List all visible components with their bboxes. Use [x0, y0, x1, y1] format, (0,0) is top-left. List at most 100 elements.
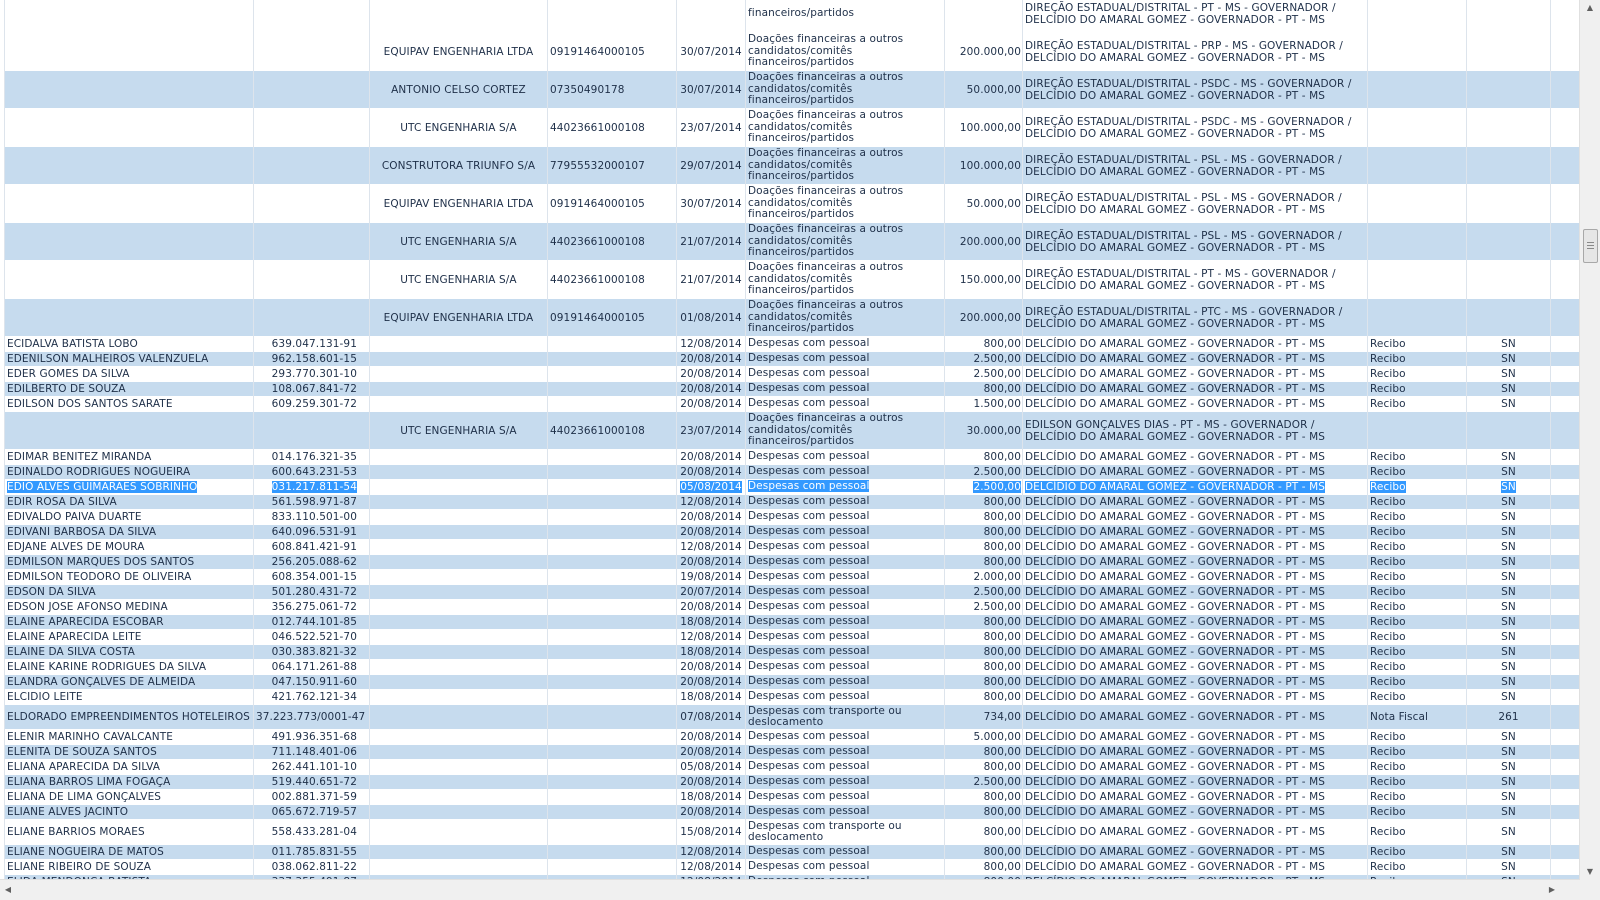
arrow-up-icon[interactable]: ▲: [1580, 0, 1600, 16]
donor-recipient-name-cell: ELIANE NOGUEIRA DE MATOS: [4, 844, 254, 860]
vertical-scrollbar[interactable]: ▲ ▼: [1579, 0, 1600, 880]
table-row[interactable]: EDINALDO RODRIGUES NOGUEIRA 600.643.231-5…: [4, 464, 1580, 480]
original-donor-cnpj-cell: 07350490178: [547, 70, 677, 109]
table-row[interactable]: EDIVALDO PAIVA DUARTE 833.110.501-00 20/08…: [4, 509, 1580, 525]
table-row[interactable]: EDILSON DOS SANTOS SARATE 609.259.301-72 2…: [4, 396, 1580, 412]
original-donor-cell: EQUIPAV ENGENHARIA LTDA: [369, 32, 548, 71]
value-cell: 800,00: [944, 509, 1023, 525]
original-donor-cell: [369, 614, 548, 630]
document-type-cell: [1367, 411, 1467, 450]
candidate-cell-text: DIREÇÃO ESTADUAL/DISTRITAL - PT - MS - G…: [1025, 267, 1336, 292]
original-donor-cell: [369, 659, 548, 675]
candidate-cell-text: DIREÇÃO ESTADUAL/DISTRITAL - PTC - MS - …: [1025, 305, 1343, 330]
table-row[interactable]: ELAINE KARINE RODRIGUES DA SILVA 064.171.…: [4, 659, 1580, 675]
donor-recipient-name-cell: EDIVALDO PAIVA DUARTE: [4, 509, 254, 525]
table-row[interactable]: EDJANE ALVES DE MOURA 608.841.421-91 12/08…: [4, 539, 1580, 555]
donor-recipient-name-cell-text: EDJANE ALVES DE MOURA: [7, 541, 145, 553]
document-type-cell: [1367, 260, 1467, 299]
date-cell: 20/07/2014: [676, 584, 746, 600]
horizontal-scrollbar[interactable]: ◀ ▶: [0, 879, 1580, 900]
spacer-cell: [1550, 70, 1580, 109]
document-type-cell-text: Recibo: [1370, 601, 1406, 613]
date-cell: 18/08/2014: [676, 789, 746, 805]
arrow-right-icon[interactable]: ▶: [1544, 880, 1560, 900]
donor-recipient-name-cell: ELENITA DE SOUZA SANTOS: [4, 744, 254, 760]
table-row[interactable]: CONSTRUTORA TRIUNFO S/A 77955532000107 29/…: [4, 146, 1580, 185]
description-cell: Doações financeiras a outros candidatos/…: [745, 70, 945, 109]
table-row[interactable]: financeiros/partidos DIREÇÃO ESTADUAL/DIS…: [4, 0, 1580, 33]
arrow-left-icon[interactable]: ◀: [0, 880, 16, 900]
value-cell: 800,00: [944, 759, 1023, 775]
original-donor-cnpj-cell: [547, 789, 677, 805]
table-row[interactable]: EDILBERTO DE SOUZA 108.067.841-72 20/08/20…: [4, 381, 1580, 397]
table-row[interactable]: EQUIPAV ENGENHARIA LTDA 09191464000105 30/…: [4, 32, 1580, 71]
scrollbar-thumb[interactable]: [1583, 229, 1598, 263]
table-row[interactable]: ELCIDIO LEITE 421.762.121-34 18/08/2014 Des…: [4, 689, 1580, 705]
table-row-selected[interactable]: EDIO ALVES GUIMARAES SOBRINHO 031.217.811…: [4, 479, 1580, 495]
table-row[interactable]: ELIANE NOGUEIRA DE MATOS 011.785.831-55 12…: [4, 844, 1580, 860]
table-row[interactable]: EDIR ROSA DA SILVA 561.598.971-87 12/08/20…: [4, 494, 1580, 510]
table-row[interactable]: EDSON JOSE AFONSO MEDINA 356.275.061-72 20…: [4, 599, 1580, 615]
table-row[interactable]: EDSON DA SILVA 501.280.431-72 20/07/2014 De…: [4, 584, 1580, 600]
document-type-cell: Recibo: [1367, 569, 1467, 585]
cpf-cnpj-cell: 108.067.841-72: [253, 381, 370, 397]
description-cell-text: Despesas com pessoal: [748, 450, 870, 463]
table-row[interactable]: UTC ENGENHARIA S/A 44023661000108 23/07/20…: [4, 411, 1580, 450]
description-cell: Despesas com pessoal: [745, 599, 945, 615]
table-row[interactable]: EDER GOMES DA SILVA 293.770.301-10 20/08/2…: [4, 366, 1580, 382]
cpf-cnpj-cell: 065.672.719-57: [253, 804, 370, 820]
table-row[interactable]: ELDORADO EMPREENDIMENTOS HOTELEIROS E TU…: [4, 704, 1580, 730]
table-row[interactable]: ELENITA DE SOUZA SANTOS 711.148.401-06 20/…: [4, 744, 1580, 760]
table-row[interactable]: ELIANA BARROS LIMA FOGAÇA 519.440.651-72 2…: [4, 774, 1580, 790]
candidate-cell: DELCÍDIO DO AMARAL GOMEZ - GOVERNADOR - …: [1022, 704, 1368, 730]
description-cell-text: Despesas com pessoal: [748, 645, 870, 658]
table-row[interactable]: ANTONIO CELSO CORTEZ 07350490178 30/07/201…: [4, 70, 1580, 109]
table-row[interactable]: ELENIR MARINHO CAVALCANTE 491.936.351-68 2…: [4, 729, 1580, 745]
table-row[interactable]: EDENILSON MALHEIROS VALENZUELA 962.158.60…: [4, 351, 1580, 367]
table-row[interactable]: UTC ENGENHARIA S/A 44023661000108 21/07/20…: [4, 222, 1580, 261]
document-number-cell-text: SN: [1501, 526, 1516, 538]
table-row[interactable]: ELAINE APARECIDA LEITE 046.522.521-70 12/0…: [4, 629, 1580, 645]
arrow-down-icon[interactable]: ▼: [1580, 864, 1600, 880]
table-row[interactable]: EDMILSON MARQUES DOS SANTOS 256.205.088-6…: [4, 554, 1580, 570]
description-cell: Despesas com pessoal: [745, 844, 945, 860]
table-row[interactable]: ELIANA DE LIMA GONÇALVES 002.881.371-59 18…: [4, 789, 1580, 805]
table-row[interactable]: EDMILSON TEODORO DE OLIVEIRA 608.354.001-…: [4, 569, 1580, 585]
table-row[interactable]: EQUIPAV ENGENHARIA LTDA 09191464000105 30/…: [4, 184, 1580, 223]
table-row[interactable]: ELIANE ALVES JACINTO 065.672.719-57 20/08/…: [4, 804, 1580, 820]
original-donor-cell: [369, 569, 548, 585]
table-row[interactable]: ELIANE BARRIOS MORAES 558.433.281-04 15/08…: [4, 819, 1580, 845]
document-number-cell-text: SN: [1501, 496, 1516, 508]
table-row[interactable]: ELAINE DA SILVA COSTA 030.383.821-32 18/08…: [4, 644, 1580, 660]
date-cell-text: 20/08/2014: [680, 526, 742, 538]
table-row[interactable]: EQUIPAV ENGENHARIA LTDA 09191464000105 01/…: [4, 298, 1580, 337]
table-row[interactable]: ELIANA APARECIDA DA SILVA 262.441.101-10 0…: [4, 759, 1580, 775]
description-cell-text: Despesas com pessoal: [748, 600, 870, 613]
document-type-cell: Recibo: [1367, 644, 1467, 660]
original-donor-cell: CONSTRUTORA TRIUNFO S/A: [369, 146, 548, 185]
date-cell-text: 12/08/2014: [680, 861, 742, 873]
candidate-cell: DELCÍDIO DO AMARAL GOMEZ - GOVERNADOR - …: [1022, 569, 1368, 585]
table-row[interactable]: UTC ENGENHARIA S/A 44023661000108 23/07/20…: [4, 108, 1580, 147]
document-type-cell: [1367, 298, 1467, 337]
original-donor-cnpj-cell: [547, 689, 677, 705]
description-cell: Doações financeiras a outros candidatos/…: [745, 222, 945, 261]
date-cell-text: 07/08/2014: [680, 711, 742, 723]
candidate-cell: DELCÍDIO DO AMARAL GOMEZ - GOVERNADOR - …: [1022, 584, 1368, 600]
table-row[interactable]: ELIANE RIBEIRO DE SOUZA 038.062.811-22 12/…: [4, 859, 1580, 875]
value-cell: 2.500,00: [944, 584, 1023, 600]
table-row[interactable]: EDIVANI BARBOSA DA SILVA 640.096.531-91 20…: [4, 524, 1580, 540]
description-cell: Despesas com pessoal: [745, 396, 945, 412]
table-row[interactable]: ELAINE APARECIDA ESCOBAR 012.744.101-85 18…: [4, 614, 1580, 630]
table-row[interactable]: ECIDALVA BATISTA LOBO 639.047.131-91 12/08…: [4, 336, 1580, 352]
table-row[interactable]: ELANDRA GONÇALVES DE ALMEIDA 047.150.911-…: [4, 674, 1580, 690]
table-row[interactable]: EDIMAR BENITEZ MIRANDA 014.176.321-35 20/0…: [4, 449, 1580, 465]
table-row[interactable]: UTC ENGENHARIA S/A 44023661000108 21/07/20…: [4, 260, 1580, 299]
donor-recipient-name-cell: [4, 0, 254, 33]
description-cell: financeiros/partidos: [745, 0, 945, 33]
cpf-cnpj-cell: [253, 411, 370, 450]
original-donor-cell: [369, 509, 548, 525]
candidate-cell-text: DELCÍDIO DO AMARAL GOMEZ - GOVERNADOR - …: [1025, 571, 1325, 583]
document-type-cell-text: Nota Fiscal: [1370, 711, 1429, 723]
original-donor-cell: [369, 599, 548, 615]
